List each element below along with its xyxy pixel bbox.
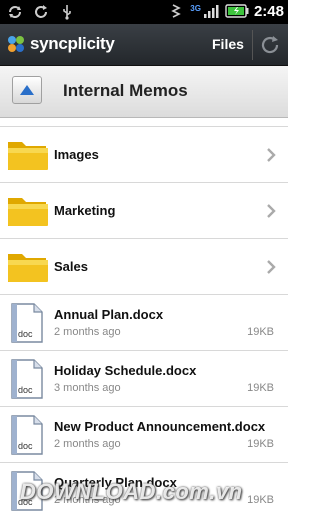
chevron-right-icon xyxy=(267,148,276,162)
file-list[interactable]: Images Marketing Sales doc Annual Plan.d… xyxy=(0,119,288,512)
signal-icon xyxy=(202,2,220,20)
file-row-holiday-schedule[interactable]: doc Holiday Schedule.docx 3 months ago 1… xyxy=(0,351,288,407)
list-item-partial[interactable] xyxy=(0,119,288,127)
appbar-divider xyxy=(252,30,253,60)
file-name: Annual Plan.docx xyxy=(54,307,164,322)
refresh-icon xyxy=(32,3,50,21)
watermark: DOWNLOAD.com.vn xyxy=(20,479,243,504)
file-name: Holiday Schedule.docx xyxy=(54,363,197,378)
file-name: New Product Announcement.docx xyxy=(54,419,266,434)
file-modified: 3 months ago xyxy=(54,382,121,394)
status-bar: 3G 2:48 xyxy=(0,0,288,24)
folder-icon xyxy=(8,254,48,282)
folder-icon xyxy=(6,119,48,121)
doc-icon-label: doc xyxy=(18,441,33,451)
file-size: 19KB xyxy=(247,326,274,338)
folder-row-marketing[interactable]: Marketing xyxy=(0,183,288,239)
syncplicity-logo-icon xyxy=(8,36,24,52)
folder-header: Internal Memos xyxy=(0,66,288,118)
doc-icon-label: doc xyxy=(18,329,33,339)
files-tab[interactable]: Files xyxy=(212,36,244,52)
sync-icon xyxy=(6,3,24,21)
chevron-right-icon xyxy=(267,260,276,274)
battery-icon xyxy=(225,2,249,20)
vibrate-icon xyxy=(167,2,185,20)
usb-icon xyxy=(58,3,76,21)
up-button[interactable] xyxy=(12,76,42,104)
chevron-right-icon xyxy=(267,204,276,218)
file-size: 19KB xyxy=(247,438,274,450)
folder-name: Images xyxy=(54,147,99,162)
file-size: 19KB xyxy=(247,494,274,506)
folder-name: Sales xyxy=(54,259,88,274)
clock: 2:48 xyxy=(253,2,284,20)
page-title: Internal Memos xyxy=(63,81,188,100)
file-size: 19KB xyxy=(247,382,274,394)
refresh-button-icon[interactable] xyxy=(259,34,281,56)
file-modified: 2 months ago xyxy=(54,438,121,450)
logo-text: syncplicity xyxy=(30,34,115,53)
folder-name: Marketing xyxy=(54,203,116,218)
folder-row-sales[interactable]: Sales xyxy=(0,239,288,295)
doc-icon-label: doc xyxy=(18,385,33,395)
network-type: 3G xyxy=(190,3,201,13)
app-bar: syncplicity Files xyxy=(0,24,288,66)
app-logo: syncplicity xyxy=(6,34,115,54)
up-arrow-icon xyxy=(20,85,34,95)
folder-row-images[interactable]: Images xyxy=(0,127,288,183)
file-modified: 2 months ago xyxy=(54,326,121,338)
file-row-new-product[interactable]: doc New Product Announcement.docx 2 mont… xyxy=(0,407,288,463)
file-row-annual-plan[interactable]: doc Annual Plan.docx 2 months ago 19KB xyxy=(0,295,288,351)
folder-icon xyxy=(8,142,48,170)
folder-icon xyxy=(8,198,48,226)
